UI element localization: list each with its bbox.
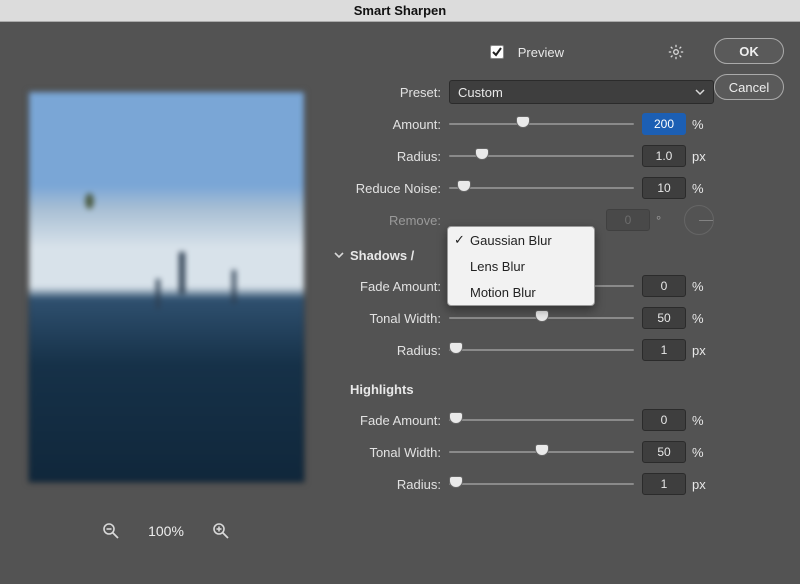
s-tonal-label: Tonal Width: bbox=[334, 311, 449, 326]
radius-label: Radius: bbox=[334, 149, 449, 164]
amount-slider[interactable] bbox=[449, 112, 634, 136]
angle-dial[interactable] bbox=[684, 205, 714, 235]
radius-unit: px bbox=[692, 149, 714, 164]
shadows-section-title: Shadows / bbox=[350, 248, 414, 263]
s-tonal-input[interactable]: 50 bbox=[642, 307, 686, 329]
s-tonal-slider[interactable] bbox=[449, 306, 634, 330]
amount-input[interactable]: 200 bbox=[642, 113, 686, 135]
h-radius-label: Radius: bbox=[334, 477, 449, 492]
h-tonal-input[interactable]: 50 bbox=[642, 441, 686, 463]
highlights-section-title: Highlights bbox=[350, 382, 414, 397]
radius-slider[interactable] bbox=[449, 144, 634, 168]
remove-dropdown[interactable]: ✓ Gaussian Blur Lens Blur Motion Blur bbox=[447, 226, 595, 306]
h-fade-slider[interactable] bbox=[449, 408, 634, 432]
s-radius-input[interactable]: 1 bbox=[642, 339, 686, 361]
s-fade-input[interactable]: 0 bbox=[642, 275, 686, 297]
preview-label: Preview bbox=[518, 45, 564, 60]
preview-image bbox=[29, 92, 304, 482]
remove-label: Remove: bbox=[334, 213, 449, 228]
noise-unit: % bbox=[692, 181, 714, 196]
h-radius-input[interactable]: 1 bbox=[642, 473, 686, 495]
zoom-level: 100% bbox=[148, 523, 184, 539]
noise-label: Reduce Noise: bbox=[334, 181, 449, 196]
angle-unit: ° bbox=[656, 213, 678, 228]
radius-input[interactable]: 1.0 bbox=[642, 145, 686, 167]
s-radius-label: Radius: bbox=[334, 343, 449, 358]
amount-unit: % bbox=[692, 117, 714, 132]
noise-slider[interactable] bbox=[449, 176, 634, 200]
dropdown-item-motion[interactable]: Motion Blur bbox=[448, 279, 594, 305]
zoom-out-icon[interactable] bbox=[102, 522, 120, 540]
noise-input[interactable]: 10 bbox=[642, 177, 686, 199]
dropdown-item-lens[interactable]: Lens Blur bbox=[448, 253, 594, 279]
preset-select[interactable]: Custom bbox=[449, 80, 714, 104]
h-fade-input[interactable]: 0 bbox=[642, 409, 686, 431]
s-fade-label: Fade Amount: bbox=[334, 279, 449, 294]
angle-input[interactable]: 0 bbox=[606, 209, 650, 231]
zoom-in-icon[interactable] bbox=[212, 522, 230, 540]
h-tonal-label: Tonal Width: bbox=[334, 445, 449, 460]
preset-value: Custom bbox=[458, 85, 503, 100]
ok-button[interactable]: OK bbox=[714, 38, 784, 64]
window-title: Smart Sharpen bbox=[0, 0, 800, 22]
preview-checkbox[interactable] bbox=[490, 45, 504, 59]
gear-icon[interactable] bbox=[668, 44, 684, 60]
h-radius-slider[interactable] bbox=[449, 472, 634, 496]
h-fade-label: Fade Amount: bbox=[334, 413, 449, 428]
chevron-down-icon[interactable] bbox=[334, 248, 344, 263]
s-radius-slider[interactable] bbox=[449, 338, 634, 362]
amount-label: Amount: bbox=[334, 117, 449, 132]
chevron-down-icon bbox=[695, 85, 705, 100]
cancel-button[interactable]: Cancel bbox=[714, 74, 784, 100]
check-icon: ✓ bbox=[454, 232, 465, 248]
dropdown-item-gaussian[interactable]: ✓ Gaussian Blur bbox=[448, 227, 594, 253]
h-tonal-slider[interactable] bbox=[449, 440, 634, 464]
preset-label: Preset: bbox=[334, 85, 449, 100]
